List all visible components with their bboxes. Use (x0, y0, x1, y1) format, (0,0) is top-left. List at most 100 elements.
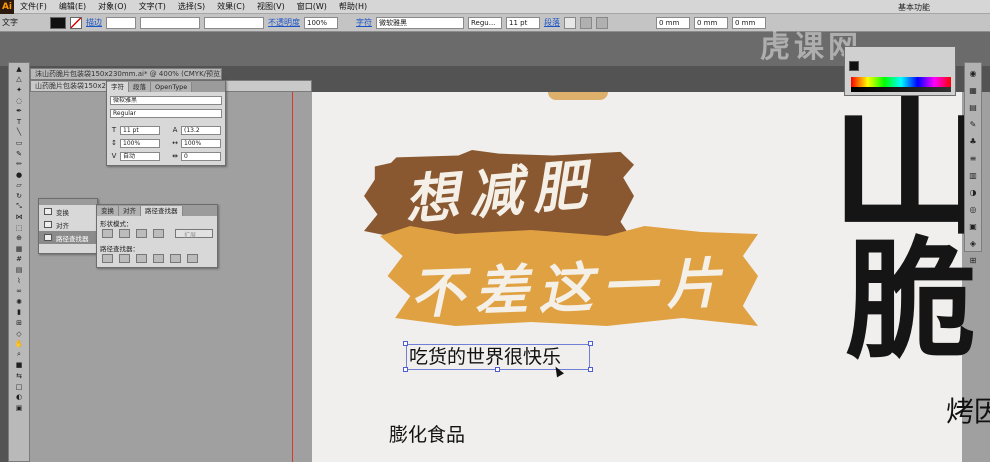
kerning-field[interactable]: 自动 (120, 152, 160, 161)
hand-tool-icon[interactable]: ✋ (10, 339, 28, 349)
menu-effect[interactable]: 效果(C) (211, 1, 251, 12)
indent-left-field[interactable]: 0 mm (656, 16, 690, 29)
divide-button[interactable] (102, 254, 113, 263)
variable-width-field[interactable] (140, 16, 200, 29)
free-transform-icon[interactable]: ⬚ (10, 223, 28, 233)
eyedropper-icon[interactable]: ⌇ (10, 276, 28, 286)
stroke-link[interactable]: 描边 (86, 17, 102, 28)
leading-field[interactable]: (13.2 (181, 126, 221, 135)
stroke-weight-field[interactable] (106, 16, 136, 29)
mesh-tool-icon[interactable]: # (10, 255, 28, 265)
menu-select[interactable]: 选择(S) (172, 1, 211, 12)
menu-window[interactable]: 窗口(W) (291, 1, 333, 12)
minus-front-button[interactable] (119, 229, 130, 238)
align-left-button[interactable] (564, 16, 576, 29)
font-style-select[interactable]: Regular (110, 109, 222, 118)
layers-icon[interactable]: ◈ (967, 238, 979, 250)
canvas-big-char-2[interactable]: 脆 (846, 236, 976, 366)
menu-edit[interactable]: 编辑(E) (53, 1, 92, 12)
color-panel-icon[interactable]: ◉ (967, 68, 979, 80)
color-spectrum-dark[interactable] (851, 87, 951, 92)
lasso-icon[interactable]: ◌ (10, 96, 28, 106)
font-field[interactable]: 微软雅黑 (376, 16, 464, 29)
screen-mode-icon[interactable]: ▣ (10, 403, 28, 413)
tab-opentype[interactable]: OpenType (151, 82, 193, 92)
rotate-tool-icon[interactable]: ↻ (10, 191, 28, 201)
artboards-icon[interactable]: ⊞ (967, 255, 979, 267)
artboard-tool-icon[interactable]: ⊞ (10, 318, 28, 328)
width-tool-icon[interactable]: ⋈ (10, 212, 28, 222)
brush-field[interactable] (204, 16, 264, 29)
workspace-switcher[interactable]: 基本功能 (898, 2, 930, 13)
blend-tool-icon[interactable]: ∞ (10, 286, 28, 296)
trim-button[interactable] (119, 254, 130, 263)
align-center-button[interactable] (580, 16, 592, 29)
tab-align[interactable]: 对齐 (119, 206, 141, 216)
exclude-button[interactable] (153, 229, 164, 238)
appearance-icon[interactable]: ◎ (967, 204, 979, 216)
stroke-icon[interactable]: ≡ (967, 153, 979, 165)
gradient-tool-icon[interactable]: ▤ (10, 265, 28, 275)
fill-swatch[interactable] (50, 16, 66, 29)
selection-handle[interactable] (588, 367, 593, 372)
color-guide-icon[interactable]: ▦ (967, 85, 979, 97)
tab-character[interactable]: 字符 (107, 82, 129, 92)
vertical-scale-field[interactable]: 100% (120, 139, 160, 148)
selection-handle[interactable] (403, 341, 408, 346)
symbols-icon[interactable]: ♣ (967, 136, 979, 148)
color-fill-swatch[interactable] (849, 61, 859, 71)
side-item-transform[interactable]: 变换 (39, 205, 97, 218)
merge-button[interactable] (136, 254, 147, 263)
transparency-icon[interactable]: ◑ (967, 187, 979, 199)
pen-tool-icon[interactable]: ✒ (10, 106, 28, 116)
document-tab-1[interactable]: 沫山药脆片包装袋150x230mm.ai* @ 400% (CMYK/预览) (30, 68, 222, 80)
blob-brush-icon[interactable]: ● (10, 170, 28, 180)
swap-colors-icon[interactable]: ⇆ (10, 371, 28, 381)
eraser-icon[interactable]: ▱ (10, 181, 28, 191)
canvas-text-puffed-food[interactable]: 膨化食品 (389, 420, 465, 447)
menu-file[interactable]: 文件(F) (14, 1, 53, 12)
opacity-field[interactable]: 100% (304, 16, 338, 29)
magic-wand-icon[interactable]: ✦ (10, 85, 28, 95)
graphic-styles-icon[interactable]: ▣ (967, 221, 979, 233)
perspective-grid-icon[interactable]: ▦ (10, 244, 28, 254)
tab-transform[interactable]: 变换 (97, 206, 119, 216)
selection-handle[interactable] (403, 367, 408, 372)
selection-tool-icon[interactable]: ▲ (10, 64, 28, 74)
font-style-field[interactable]: Regu... (468, 16, 502, 29)
tab-paragraph[interactable]: 段落 (129, 82, 151, 92)
menu-type[interactable]: 文字(T) (133, 1, 172, 12)
menu-help[interactable]: 帮助(H) (333, 1, 373, 12)
pencil-icon[interactable]: ✏ (10, 159, 28, 169)
selection-handle[interactable] (495, 367, 500, 372)
horizontal-scale-field[interactable]: 100% (181, 139, 221, 148)
direct-selection-icon[interactable]: △ (10, 75, 28, 85)
gradient-icon[interactable]: ▥ (967, 170, 979, 182)
font-family-select[interactable]: 微软雅黑 (110, 96, 222, 105)
tab-pathfinder[interactable]: 路径查找器 (141, 206, 183, 216)
indent-first-field[interactable]: 0 mm (694, 16, 728, 29)
side-item-align[interactable]: 对齐 (39, 218, 97, 231)
crop-button[interactable] (153, 254, 164, 263)
unite-button[interactable] (102, 229, 113, 238)
drawing-mode-icon[interactable]: ◐ (10, 392, 28, 402)
stroke-swatch[interactable] (70, 16, 82, 29)
headline-text-1[interactable]: 想减肥 (401, 140, 599, 235)
symbol-sprayer-icon[interactable]: ✺ (10, 297, 28, 307)
headline-text-2[interactable]: 不差这一片 (409, 238, 732, 328)
scale-tool-icon[interactable]: ⤡ (10, 202, 28, 212)
minus-back-button[interactable] (187, 254, 198, 263)
shape-builder-icon[interactable]: ⊕ (10, 234, 28, 244)
intersect-button[interactable] (136, 229, 147, 238)
fill-stroke-swatch-icon[interactable]: ■ (10, 361, 28, 371)
font-size-field[interactable]: 11 pt (120, 126, 160, 135)
color-mode-icon[interactable]: □ (10, 382, 28, 392)
menu-object[interactable]: 对象(O) (92, 1, 133, 12)
canvas-text-roast[interactable]: 烤因 (946, 390, 990, 430)
slice-tool-icon[interactable]: ◇ (10, 329, 28, 339)
expand-button[interactable]: 扩展 (175, 229, 213, 239)
side-item-pathfinder[interactable]: 路径查找器 (39, 231, 97, 244)
opacity-link[interactable]: 不透明度 (268, 17, 300, 28)
line-tool-icon[interactable]: ╲ (10, 128, 28, 138)
align-right-button[interactable] (596, 16, 608, 29)
